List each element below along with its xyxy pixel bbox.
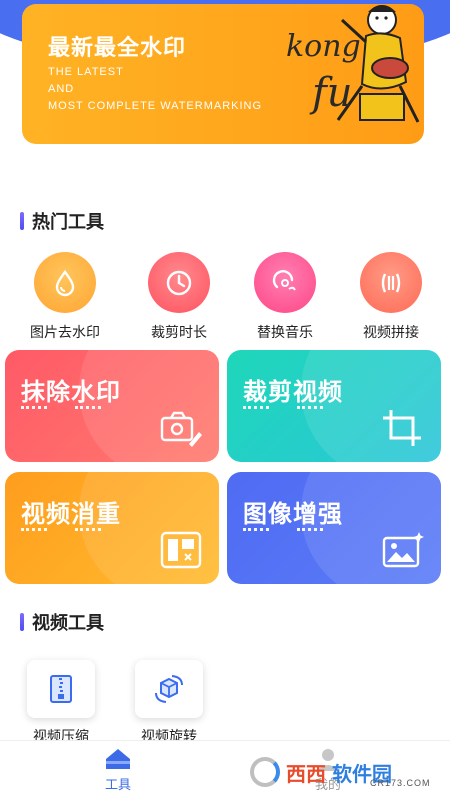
card-crop-video[interactable]: 裁剪视频 (227, 350, 441, 462)
hot-tools-heading: 热门工具 (20, 208, 104, 234)
watermark-brand: 西西 (286, 763, 326, 786)
tool-label: 图片去水印 (30, 324, 100, 340)
tool-video-compress[interactable]: 视频压缩 (24, 660, 98, 746)
crop-icon (383, 410, 421, 446)
rotate-icon (135, 660, 203, 718)
svg-text:kong: kong (286, 29, 361, 64)
tab-label: 工具 (104, 777, 131, 792)
kungfu-illustration: kong fu (286, 5, 420, 123)
card-dots (21, 528, 101, 531)
tool-video-merge[interactable]: 视频拼接 (346, 252, 436, 342)
video-tools-heading: 视频工具 (20, 609, 104, 635)
card-dots (243, 528, 323, 531)
tool-label: 裁剪时长 (151, 324, 207, 340)
card-title: 视频消重 (21, 501, 121, 528)
music-icon (254, 252, 316, 313)
home-icon (106, 749, 130, 769)
banner-title: 最新最全水印 (48, 35, 187, 60)
merge-icon (360, 252, 422, 313)
tool-video-rotate[interactable]: 视频旋转 (132, 660, 206, 746)
hot-tools-title: 热门工具 (32, 212, 104, 232)
dedupe-icon (160, 531, 202, 569)
promo-banner[interactable]: 最新最全水印 THE LATEST AND MOST COMPLETE WATE… (22, 4, 424, 144)
banner-subtitle: THE LATEST AND MOST COMPLETE WATERMARKIN… (48, 64, 262, 115)
svg-text:fu: fu (309, 70, 353, 116)
watermark-site: CR173.COM (370, 778, 431, 788)
card-title: 裁剪视频 (243, 379, 343, 406)
section-accent-bar (20, 212, 24, 230)
tool-label: 替换音乐 (257, 324, 313, 340)
drop-icon (34, 252, 96, 313)
card-dots (243, 406, 323, 409)
tool-replace-music[interactable]: 替换音乐 (240, 252, 330, 342)
card-title: 图像增强 (243, 501, 343, 528)
site-watermark: 西西 软件园 CR173.COM (250, 752, 432, 792)
card-erase-watermark[interactable]: 抹除水印 (5, 350, 219, 462)
tool-trim-duration[interactable]: 裁剪时长 (134, 252, 224, 342)
banner-sub-line: AND (48, 83, 75, 95)
watermark-logo-icon (250, 757, 280, 787)
card-title: 抹除水印 (21, 379, 121, 406)
tool-label: 视频拼接 (363, 324, 419, 340)
tab-tools[interactable]: 工具 (78, 747, 158, 793)
card-image-enhance[interactable]: 图像增强 (227, 472, 441, 584)
tool-remove-image-watermark[interactable]: 图片去水印 (20, 252, 110, 342)
banner-sub-line: MOST COMPLETE WATERMARKING (48, 100, 263, 112)
clock-icon (148, 252, 210, 313)
card-dots (21, 406, 101, 409)
banner-sub-line: THE LATEST (48, 66, 124, 78)
camera-erase-icon (160, 411, 202, 447)
video-tools-title: 视频工具 (32, 613, 104, 633)
image-enhance-icon (382, 532, 424, 568)
compress-icon (27, 660, 95, 718)
section-accent-bar (20, 613, 24, 631)
card-video-dedupe[interactable]: 视频消重 (5, 472, 219, 584)
